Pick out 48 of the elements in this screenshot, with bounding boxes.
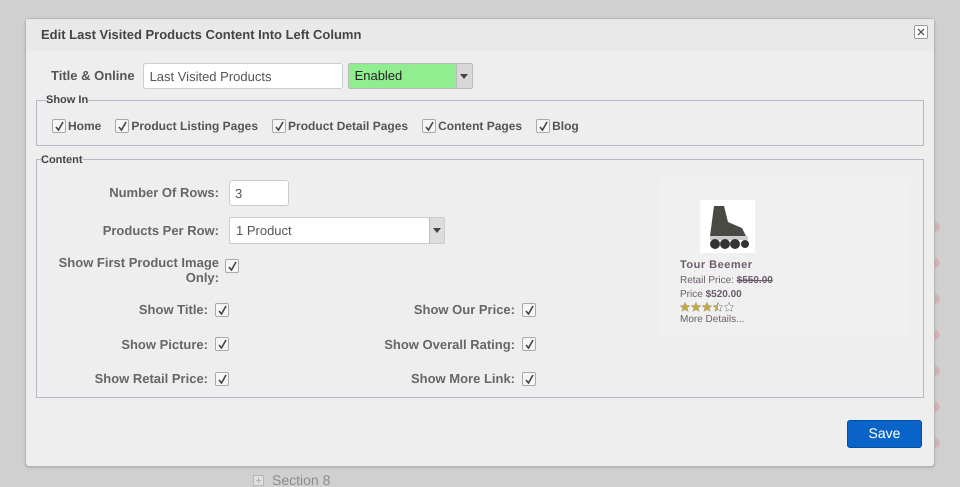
field-label: Show First Product Image Only: <box>58 255 219 285</box>
checkbox-label: Blog <box>552 118 579 134</box>
checkbox-label: Product Listing Pages <box>131 118 258 134</box>
checkbox[interactable] <box>115 118 130 132</box>
checkbox[interactable] <box>272 118 286 132</box>
checkbox[interactable] <box>522 372 536 386</box>
field-label: Show Overall Rating: <box>384 336 515 354</box>
checkbox[interactable] <box>215 302 229 317</box>
checkbox[interactable] <box>522 337 536 352</box>
checkbox-label: Product Detail Pages <box>288 118 408 134</box>
field-label: Show Picture: <box>121 336 208 354</box>
skate-photo-placeholder <box>700 200 755 253</box>
panel-legend: Show In <box>46 92 88 108</box>
product-name: Tour Beemer <box>680 258 754 273</box>
price: $520.00 <box>706 288 742 300</box>
price-label: Price <box>680 288 703 300</box>
retail-price-label: Retail Price: <box>680 274 734 286</box>
close-button[interactable] <box>914 25 928 39</box>
caret-icon <box>433 228 441 233</box>
checkbox-label: Content Pages <box>438 118 522 134</box>
checkbox-label: Home <box>68 118 102 134</box>
save-button[interactable]: Save <box>847 420 922 448</box>
field-label: Number Of Rows: <box>108 184 219 202</box>
checkbox[interactable] <box>215 372 229 386</box>
rows-input[interactable]: 3 <box>229 180 289 206</box>
checkbox[interactable] <box>522 302 536 317</box>
title-input[interactable]: Last Visited Products <box>142 63 343 89</box>
checkbox[interactable] <box>52 118 66 132</box>
field-label: Show More Link: <box>411 370 515 388</box>
field-label: Show Our Price: <box>414 301 515 319</box>
retail-price: $550.00 <box>736 274 773 286</box>
expand-icon <box>253 475 264 486</box>
field-label: Show Title: <box>138 301 208 319</box>
section-label: Section 8 <box>272 471 330 487</box>
close-icon <box>917 28 925 36</box>
field-label: Products Per Row: <box>102 222 219 240</box>
panel-legend: Content <box>41 152 83 168</box>
checkbox[interactable] <box>536 118 550 132</box>
checkbox[interactable] <box>422 118 436 132</box>
status-select[interactable]: Enabled <box>348 63 473 89</box>
field-label: Title & Online <box>51 67 135 86</box>
caret-icon <box>460 74 468 78</box>
dialog-title: Edit Last Visited Products Content Into Left Column <box>41 26 362 44</box>
products-per-row-select[interactable]: 1 Product <box>229 217 445 244</box>
more-details-link[interactable]: More Details... <box>680 312 744 326</box>
checkbox[interactable] <box>215 337 229 352</box>
field-label: Show Retail Price: <box>94 370 208 388</box>
checkbox[interactable] <box>225 259 239 273</box>
